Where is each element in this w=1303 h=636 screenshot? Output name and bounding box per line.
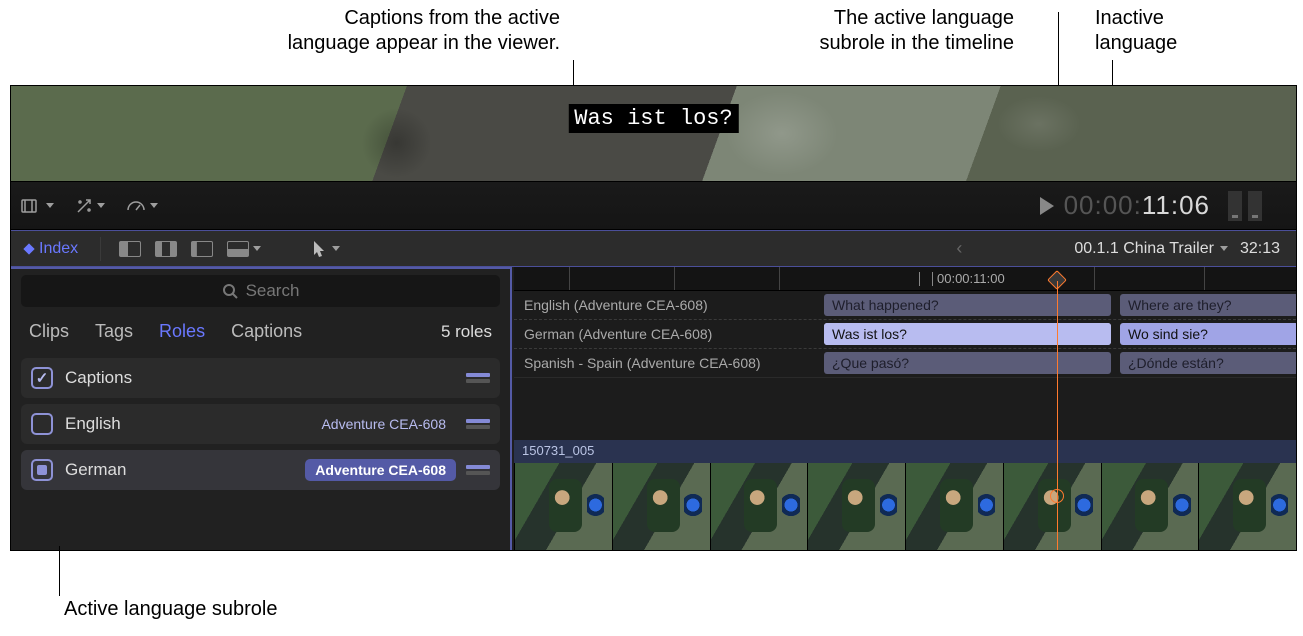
playhead-skimmer-dot [1050, 489, 1064, 503]
timecode-bright: 11:06 [1142, 190, 1210, 221]
role-format-tag: Adventure CEA-608 [311, 413, 456, 435]
index-toggle-button[interactable]: Index [11, 240, 92, 258]
tab-clips[interactable]: Clips [29, 321, 69, 342]
app-window: Was ist los? 00:00:11:06 Index [10, 85, 1297, 551]
clip-appearance-buttons [109, 241, 271, 257]
timeline-history-back[interactable]: ‹ [956, 238, 962, 259]
tab-tags[interactable]: Tags [95, 321, 133, 342]
caption-clip-active[interactable]: Was ist los? [824, 323, 1111, 345]
project-duration: 32:13 [1240, 240, 1280, 258]
chevron-down-icon [332, 246, 340, 251]
project-name-menu[interactable]: 00.1.1 China Trailer [1074, 240, 1228, 258]
annotation-top-left: Captions from the active language appear… [200, 6, 560, 56]
select-tool-menu[interactable] [311, 239, 340, 259]
caption-clip[interactable]: ¿Dónde están? [1120, 352, 1296, 374]
layout-icon-4 [227, 241, 249, 257]
role-row-english[interactable]: English Adventure CEA-608 [21, 404, 500, 444]
annotation-lead-bottom [59, 546, 60, 596]
lane-toggle-icon[interactable] [466, 370, 490, 386]
lane-toggle-icon[interactable] [466, 462, 490, 478]
checkbox-empty-icon[interactable] [31, 413, 53, 435]
layout-icon-1[interactable] [119, 241, 141, 257]
role-label: German [65, 460, 126, 480]
tab-roles[interactable]: Roles [159, 321, 205, 342]
audio-meter[interactable] [1228, 191, 1268, 221]
role-row-german[interactable]: German Adventure CEA-608 [21, 450, 500, 490]
timecode-dim: 00:00: [1064, 190, 1142, 221]
caption-clip[interactable]: Where are they? [1120, 294, 1296, 316]
diamond-icon [23, 243, 34, 254]
timeline-spacer [514, 378, 1296, 440]
caption-clip[interactable]: ¿Que pasó? [824, 352, 1111, 374]
caption-track-english[interactable]: English (Adventure CEA-608) What happene… [514, 291, 1296, 320]
chevron-down-icon [1220, 246, 1228, 251]
chevron-down-icon [46, 203, 54, 208]
tab-captions[interactable]: Captions [231, 321, 302, 342]
role-list: Captions x English Adventure CEA-608 Ger… [11, 352, 510, 490]
index-tabs: Clips Tags Roles Captions 5 roles [11, 307, 510, 352]
caption-clip[interactable]: Wo sind sie? [1120, 323, 1296, 345]
annotation-bottom: Active language subrole [64, 598, 277, 621]
meter-bar-l [1228, 191, 1242, 221]
track-label: Spanish - Spain (Adventure CEA-608) [524, 355, 761, 371]
timeline-ruler[interactable]: 00:00:11:00 [514, 267, 1296, 291]
chevron-down-icon [97, 203, 105, 208]
caption-track-spanish[interactable]: Spanish - Spain (Adventure CEA-608) ¿Que… [514, 349, 1296, 378]
chevron-down-icon [253, 246, 261, 251]
track-label: English (Adventure CEA-608) [524, 297, 708, 313]
video-track-header[interactable]: 150731_005 [514, 440, 1296, 463]
caption-track-german[interactable]: German (Adventure CEA-608) Was ist los? … [514, 320, 1296, 349]
enhance-tool-menu[interactable] [64, 190, 115, 222]
viewer[interactable]: Was ist los? [11, 86, 1296, 181]
lane-toggle-icon[interactable] [466, 416, 490, 432]
timeline-toolbar: 00:00:11:06 [11, 181, 1296, 230]
index-panel: Search Clips Tags Roles Captions 5 roles… [11, 267, 512, 550]
index-header-row: Index ‹ 00.1.1 China Trailer 32:13 [11, 230, 1296, 267]
role-count-label: 5 roles [441, 322, 492, 342]
checkbox-checked-icon[interactable] [31, 367, 53, 389]
viewer-caption-overlay: Was ist los? [568, 104, 738, 133]
play-icon[interactable] [1040, 197, 1054, 215]
retime-tool-menu[interactable] [115, 190, 168, 222]
caption-clip[interactable]: What happened? [824, 294, 1111, 316]
search-input[interactable]: Search [21, 275, 500, 307]
checkbox-active-icon[interactable] [31, 459, 53, 481]
video-clip-name: 150731_005 [522, 443, 594, 458]
layout-icon-3[interactable] [191, 241, 213, 257]
timeline[interactable]: 00:00:11:00 English (Adventure CEA-608) … [514, 267, 1296, 550]
index-label: Index [39, 240, 78, 258]
role-row-captions[interactable]: Captions x [21, 358, 500, 398]
role-label: English [65, 414, 121, 434]
meter-bar-r [1248, 191, 1262, 221]
role-label: Captions [65, 368, 132, 388]
chevron-down-icon [150, 203, 158, 208]
track-label: German (Adventure CEA-608) [524, 326, 712, 342]
layout-icon-4-menu[interactable] [227, 241, 261, 257]
ruler-time-marker: 00:00:11:00 [932, 267, 1005, 290]
search-icon-label: Search [246, 281, 300, 301]
annotation-top-right: Inactive language [1095, 6, 1205, 56]
role-format-tag: Adventure CEA-608 [305, 459, 456, 481]
trim-tool-menu[interactable] [11, 190, 64, 222]
video-thumbnails[interactable] [514, 463, 1296, 550]
timecode-display[interactable]: 00:00:11:06 [1064, 190, 1210, 221]
layout-icon-2[interactable] [155, 241, 177, 257]
annotation-top-mid: The active language subrole in the timel… [774, 6, 1014, 56]
project-name-label: 00.1.1 China Trailer [1074, 240, 1214, 258]
